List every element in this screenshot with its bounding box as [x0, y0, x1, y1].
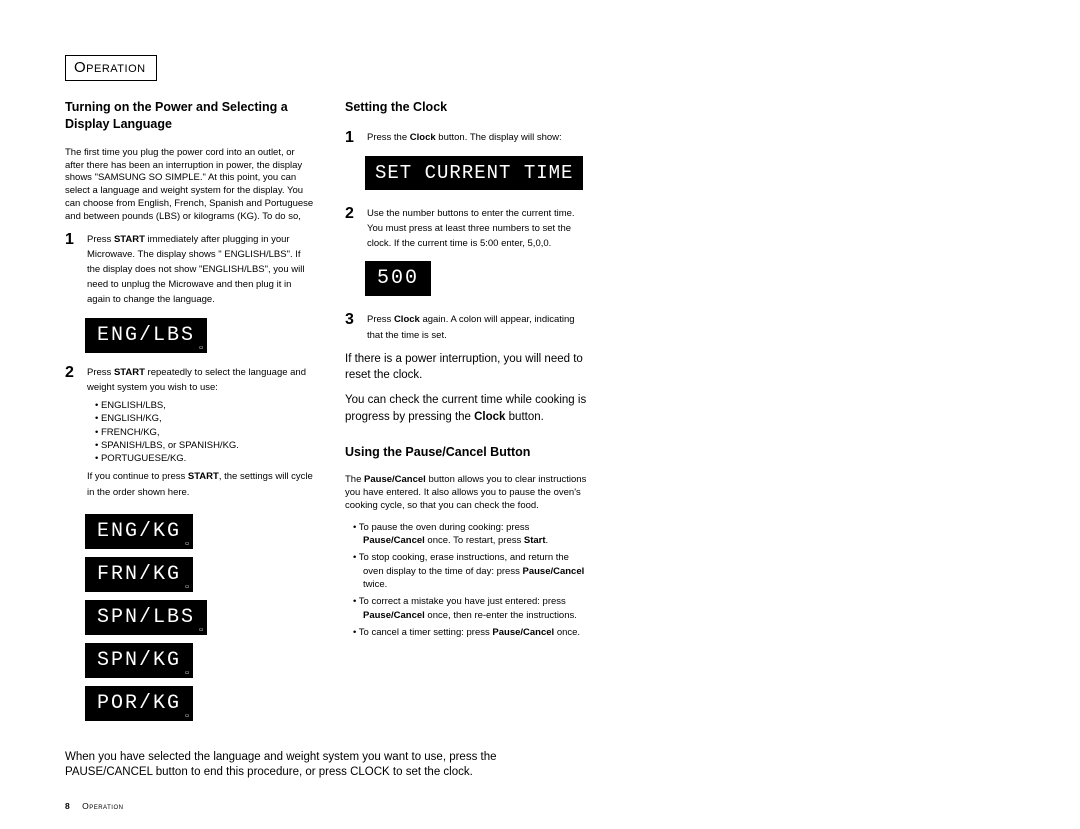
check-time-note: You can check the current time while coo… [345, 392, 590, 425]
left-step-2: 2 Press START repeatedly to select the l… [65, 365, 315, 504]
section-title-box: Operation [65, 55, 157, 81]
page-number: 8 [65, 801, 70, 811]
step-text: Press START repeatedly to select the lan… [87, 365, 315, 504]
lcd-stack: ENG/KG▭ FRN/KG▭ SPN/LBS▭ SPN/KG▭ POR/KG▭ [85, 510, 315, 725]
lcd-eng-kg: ENG/KG▭ [85, 514, 193, 549]
pause-bullets: • To pause the oven during cooking: pres… [345, 521, 590, 639]
page-footer: 8 Operation [65, 801, 123, 811]
left-step-1: 1 Press START immediately after plugging… [65, 232, 315, 308]
step-number: 1 [65, 232, 79, 248]
step-text: Press START immediately after plugging i… [87, 232, 315, 308]
power-interruption-note: If there is a power interruption, you wi… [345, 351, 590, 384]
pause-heading: Using the Pause/Cancel Button [345, 444, 590, 461]
lcd-spn-kg: SPN/KG▭ [85, 643, 193, 678]
pause-intro: The Pause/Cancel button allows you to cl… [345, 474, 590, 512]
lcd-por-kg: POR/KG▭ [85, 686, 193, 721]
pause-bullet-2: • To stop cooking, erase instructions, a… [345, 551, 590, 591]
lcd-display: ENG/LBS▭ [85, 314, 315, 357]
step-number: 2 [345, 206, 359, 222]
step-number: 3 [345, 312, 359, 328]
step-text: Use the number buttons to enter the curr… [367, 206, 590, 252]
left-bottom-paragraph: When you have selected the language and … [65, 750, 535, 781]
clock-step-2: 2 Use the number buttons to enter the cu… [345, 206, 590, 252]
lcd-frn-kg: FRN/KG▭ [85, 557, 193, 592]
two-column-layout: Turning on the Power and Selecting a Dis… [65, 99, 1020, 725]
pause-bullet-4: • To cancel a timer setting: press Pause… [345, 626, 590, 639]
lcd-eng-lbs: ENG/LBS▭ [85, 318, 207, 353]
step-text: Press the Clock button. The display will… [367, 130, 590, 145]
footer-section: Operation [82, 801, 123, 811]
clock-heading: Setting the Clock [345, 99, 590, 116]
step-number: 2 [65, 365, 79, 381]
clock-step-1: 1 Press the Clock button. The display wi… [345, 130, 590, 146]
left-column: Turning on the Power and Selecting a Dis… [65, 99, 315, 725]
language-options: • ENGLISH/LBS, • ENGLISH/KG, • FRENCH/KG… [87, 399, 315, 465]
manual-page: Operation Turning on the Power and Selec… [0, 0, 1080, 829]
pause-bullet-1: • To pause the oven during cooking: pres… [345, 521, 590, 548]
lcd-spn-lbs: SPN/LBS▭ [85, 600, 207, 635]
clock-step-3: 3 Press Clock again. A colon will appear… [345, 312, 590, 342]
step-number: 1 [345, 130, 359, 146]
pause-bullet-3: • To correct a mistake you have just ent… [345, 595, 590, 622]
right-column: Setting the Clock 1 Press the Clock butt… [345, 99, 590, 725]
left-intro: The first time you plug the power cord i… [65, 147, 315, 224]
lcd-500: 500 [365, 257, 590, 300]
left-heading: Turning on the Power and Selecting a Dis… [65, 99, 315, 133]
step-text: Press Clock again. A colon will appear, … [367, 312, 590, 342]
section-title: Operation [74, 59, 146, 76]
lcd-set-time: SET CURRENT TIME [365, 152, 590, 194]
